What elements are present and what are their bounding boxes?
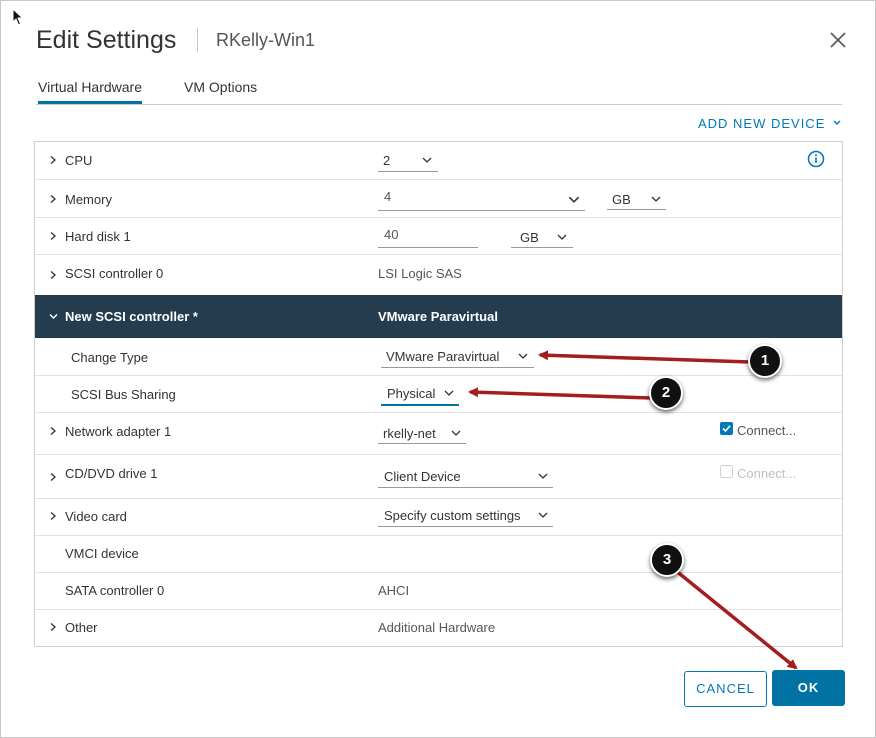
- hardware-row-scsi-bus-sharing: SCSI Bus Sharing Physical: [35, 375, 842, 413]
- other-label: Other: [65, 620, 98, 635]
- dialog-title: Edit Settings: [36, 26, 177, 54]
- chevron-right-icon[interactable]: [49, 232, 57, 240]
- step-marker-1: 1: [748, 344, 782, 378]
- chevron-down-icon: [833, 120, 841, 125]
- hardware-row-memory: Memory 4 GB: [35, 179, 842, 218]
- chevron-down-icon: [651, 196, 661, 202]
- chevron-right-icon[interactable]: [49, 271, 57, 279]
- scsi-controller-0-value: LSI Logic SAS: [378, 266, 462, 281]
- cd-dvd-select[interactable]: Client Device: [378, 463, 553, 488]
- cpu-select[interactable]: 2: [378, 149, 438, 172]
- step-marker-2: 2: [649, 376, 683, 410]
- hard-disk-size-input[interactable]: 40: [378, 223, 478, 248]
- tab-vm-options[interactable]: VM Options: [184, 79, 257, 101]
- hardware-row-other: Other Additional Hardware: [35, 609, 842, 645]
- video-card-select[interactable]: Specify custom settings: [378, 503, 553, 527]
- connect-checkbox-disabled: [720, 465, 733, 478]
- new-scsi-controller-value: VMware Paravirtual: [378, 309, 498, 324]
- chevron-down-icon: [518, 353, 528, 359]
- mouse-pointer-icon: [12, 8, 24, 26]
- hardware-row-vmci: VMCI device: [35, 535, 842, 573]
- vmci-label: VMCI device: [65, 546, 139, 561]
- video-card-value: Specify custom settings: [384, 508, 521, 523]
- chevron-right-icon[interactable]: [49, 156, 57, 164]
- cpu-label: CPU: [65, 153, 93, 168]
- scsi-bus-sharing-label: SCSI Bus Sharing: [71, 387, 176, 402]
- hardware-row-sata: SATA controller 0 AHCI: [35, 572, 842, 610]
- chevron-down-icon[interactable]: [49, 313, 58, 320]
- memory-unit: GB: [612, 192, 631, 207]
- vm-name: RKelly-Win1: [216, 30, 316, 50]
- connect-checkbox-checked[interactable]: [720, 422, 733, 435]
- hardware-row-video-card: Video card Specify custom settings: [35, 498, 842, 536]
- add-new-device-button[interactable]: ADD NEW DEVICE: [698, 116, 841, 131]
- tab-virtual-hardware[interactable]: Virtual Hardware: [38, 79, 143, 104]
- chevron-right-icon[interactable]: [49, 623, 57, 631]
- close-icon[interactable]: [828, 30, 848, 50]
- network-value: rkelly-net: [383, 426, 436, 441]
- memory-unit-select[interactable]: GB: [607, 187, 666, 210]
- hardware-row-network-adapter: Network adapter 1 rkelly-net Connect...: [35, 412, 842, 455]
- network-adapter-label: Network adapter 1: [65, 424, 172, 439]
- new-scsi-controller-label: New SCSI controller *: [65, 309, 198, 324]
- scsi-bus-sharing-value: Physical: [387, 386, 436, 401]
- chevron-down-icon: [538, 512, 548, 518]
- hardware-row-cd-dvd: CD/DVD drive 1 Client Device Connect...: [35, 454, 842, 499]
- hard-disk-size: 40: [384, 227, 399, 242]
- chevron-right-icon[interactable]: [49, 195, 57, 203]
- hardware-row-scsi-controller-0: SCSI controller 0 LSI Logic SAS: [35, 254, 842, 296]
- chevron-right-icon[interactable]: [49, 473, 57, 481]
- ok-button[interactable]: OK: [772, 670, 845, 706]
- chevron-down-icon: [557, 234, 567, 240]
- memory-input[interactable]: 4: [378, 186, 585, 211]
- network-select[interactable]: rkelly-net: [378, 421, 466, 444]
- chevron-down-icon: [568, 196, 580, 203]
- scsi-controller-0-label: SCSI controller 0: [65, 266, 164, 281]
- cpu-value: 2: [383, 153, 391, 168]
- memory-value: 4: [384, 189, 392, 204]
- chevron-right-icon[interactable]: [49, 427, 57, 435]
- chevron-right-icon[interactable]: [49, 512, 57, 520]
- chevron-down-icon: [451, 430, 461, 436]
- memory-label: Memory: [65, 192, 112, 207]
- hardware-row-hard-disk: Hard disk 1 40 GB: [35, 217, 842, 255]
- change-type-select[interactable]: VMware Paravirtual: [381, 344, 534, 368]
- sata-label: SATA controller 0: [65, 583, 165, 598]
- hardware-row-cpu: CPU 2: [35, 142, 842, 180]
- hard-disk-unit: GB: [520, 230, 539, 245]
- cd-dvd-label: CD/DVD drive 1: [65, 466, 158, 481]
- title-divider: [197, 28, 198, 52]
- sata-value: AHCI: [378, 583, 410, 598]
- chevron-down-icon: [444, 390, 454, 396]
- network-connect-label: Connect...: [737, 423, 797, 438]
- chevron-down-icon: [422, 157, 432, 163]
- scsi-bus-sharing-select[interactable]: Physical: [381, 382, 459, 406]
- hardware-row-new-scsi-controller[interactable]: New SCSI controller * VMware Paravirtual: [35, 295, 842, 338]
- other-value: Additional Hardware: [378, 620, 496, 635]
- video-card-label: Video card: [65, 509, 127, 524]
- tab-bar: Virtual Hardware VM Options: [36, 78, 842, 105]
- hard-disk-label: Hard disk 1: [65, 229, 131, 244]
- hardware-row-change-type: Change Type VMware Paravirtual: [35, 338, 842, 376]
- cd-dvd-value: Client Device: [384, 469, 461, 484]
- chevron-down-icon: [538, 473, 548, 479]
- hardware-grid: CPU 2 Memory 4 GB Hard disk 1 40 GB SCSI…: [34, 141, 843, 647]
- hard-disk-unit-select[interactable]: GB: [511, 225, 573, 248]
- add-new-device-label: ADD NEW DEVICE: [697, 116, 826, 131]
- cancel-button[interactable]: CANCEL: [684, 671, 767, 707]
- cd-dvd-connect-label: Connect...: [737, 466, 797, 481]
- info-icon[interactable]: [807, 150, 825, 168]
- change-type-value: VMware Paravirtual: [386, 349, 500, 364]
- step-marker-3: 3: [650, 543, 684, 577]
- change-type-label: Change Type: [71, 350, 149, 365]
